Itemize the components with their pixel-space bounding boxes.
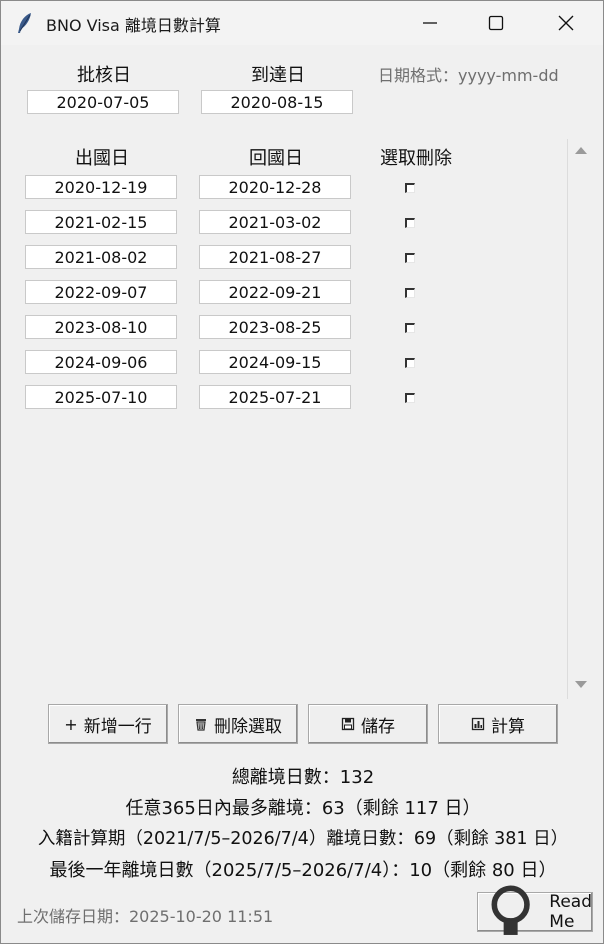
window-title: BNO Visa 離境日數計算 xyxy=(46,16,221,35)
delete-selected-label: 刪除選取 xyxy=(214,716,282,737)
close-button[interactable] xyxy=(543,1,589,45)
maximize-button[interactable] xyxy=(473,1,519,45)
column-header-return: 回國日 xyxy=(249,148,303,169)
depart-date-input[interactable] xyxy=(25,315,177,339)
readme-label: Read Me xyxy=(549,892,592,932)
depart-date-input[interactable] xyxy=(25,280,177,304)
last-saved-date: 上次儲存日期：2025-10-20 11:51 xyxy=(17,907,274,926)
approval-date-input[interactable] xyxy=(27,90,179,114)
depart-date-input[interactable] xyxy=(25,210,177,234)
wastebasket-icon xyxy=(196,719,206,731)
app-window: BNO Visa 離境日數計算 批核日 到達日 日期格式：yyyy-mm-dd … xyxy=(0,0,604,944)
return-date-input[interactable] xyxy=(199,315,351,339)
select-delete-checkbox[interactable] xyxy=(405,288,415,298)
close-icon xyxy=(558,15,574,31)
add-row-label: 新增一行 xyxy=(83,716,152,737)
naturalization-period-result: 入籍計算期（2021/7/5–2026/7/4）離境日數：69（剩餘 381 日… xyxy=(37,829,569,849)
select-delete-checkbox[interactable] xyxy=(405,323,415,333)
feather-icon xyxy=(18,13,31,33)
return-date-input[interactable] xyxy=(199,350,351,374)
return-date-input[interactable] xyxy=(199,385,351,409)
total-absence-result: 總離境日數：132 xyxy=(231,767,375,788)
return-date-input[interactable] xyxy=(199,245,351,269)
approval-date-label: 批核日 xyxy=(77,65,131,86)
vertical-scrollbar[interactable] xyxy=(567,139,594,699)
bar-chart-icon xyxy=(471,717,485,731)
date-format-hint: 日期格式：yyyy-mm-dd xyxy=(378,66,559,85)
lightbulb-icon xyxy=(491,885,530,936)
column-header-select-delete: 選取刪除 xyxy=(380,148,452,169)
maximize-icon xyxy=(488,15,504,31)
depart-date-input[interactable] xyxy=(25,385,177,409)
readme-button[interactable]: Read Me xyxy=(477,885,593,936)
calculate-button[interactable]: 計算 xyxy=(438,704,558,744)
return-date-input[interactable] xyxy=(199,210,351,234)
select-delete-checkbox[interactable] xyxy=(405,218,415,228)
depart-date-input[interactable] xyxy=(25,350,177,374)
last-year-result: 最後一年離境日數（2025/7/5–2026/7/4）：10（剩餘 80 日） xyxy=(49,860,557,881)
column-header-depart: 出國日 xyxy=(75,148,129,169)
delete-selected-button[interactable]: 刪除選取 xyxy=(178,704,298,744)
save-button[interactable]: 儲存 xyxy=(308,704,428,744)
plus-icon: + xyxy=(64,714,78,734)
arrival-date-label: 到達日 xyxy=(251,65,305,86)
select-delete-checkbox[interactable] xyxy=(405,358,415,368)
scroll-down-arrow-icon[interactable] xyxy=(575,681,587,688)
depart-date-input[interactable] xyxy=(25,245,177,269)
depart-date-input[interactable] xyxy=(25,175,177,199)
select-delete-checkbox[interactable] xyxy=(405,393,415,403)
add-row-button[interactable]: + 新增一行 xyxy=(48,704,168,744)
select-delete-checkbox[interactable] xyxy=(405,183,415,193)
calculate-label: 計算 xyxy=(491,716,525,737)
select-delete-checkbox[interactable] xyxy=(405,253,415,263)
max-365-result: 任意365日內最多離境：63（剩餘 117 日） xyxy=(125,798,481,819)
return-date-input[interactable] xyxy=(199,175,351,199)
floppy-disk-icon xyxy=(341,717,355,731)
arrival-date-input[interactable] xyxy=(201,90,353,114)
scroll-up-arrow-icon[interactable] xyxy=(575,147,587,154)
minimize-icon xyxy=(423,22,437,24)
minimize-button[interactable] xyxy=(407,1,453,45)
save-label: 儲存 xyxy=(361,716,395,737)
return-date-input[interactable] xyxy=(199,280,351,304)
title-bar[interactable]: BNO Visa 離境日數計算 xyxy=(1,1,603,45)
